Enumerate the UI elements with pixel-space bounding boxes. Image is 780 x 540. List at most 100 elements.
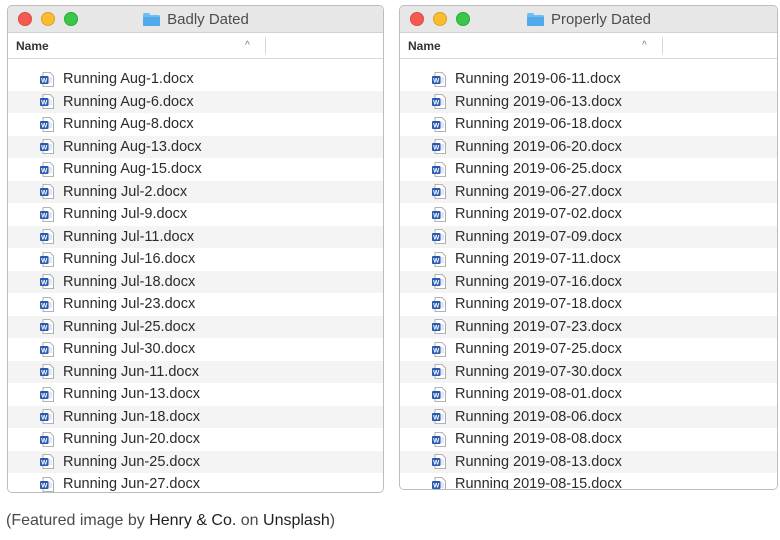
svg-text:W: W [433, 302, 440, 309]
file-name: Running Jun-18.docx [63, 408, 201, 425]
column-divider[interactable] [265, 37, 266, 54]
file-row[interactable]: W Running Aug-6.docx [8, 90, 383, 113]
file-row[interactable]: W Running Aug-13.docx [8, 135, 383, 158]
file-row[interactable]: W Running 2019-07-02.docx [400, 203, 777, 226]
svg-text:W: W [41, 235, 48, 242]
file-row[interactable]: W Running Jul-18.docx [8, 270, 383, 293]
svg-text:W: W [41, 460, 48, 467]
word-document-icon: W [432, 184, 446, 200]
word-document-icon: W [432, 116, 446, 132]
file-row[interactable]: W Running Aug-1.docx [8, 68, 383, 91]
file-row[interactable]: W Running Jun-13.docx [8, 383, 383, 406]
column-divider[interactable] [662, 37, 663, 54]
word-document-icon: W [432, 206, 446, 222]
file-row[interactable]: W Running Jun-20.docx [8, 428, 383, 451]
file-row[interactable]: W Running Aug-8.docx [8, 113, 383, 136]
sort-ascending-icon[interactable]: ^ [642, 33, 647, 59]
file-name: Running 2019-07-11.docx [455, 251, 621, 268]
svg-text:W: W [41, 145, 48, 152]
file-name: Running Jun-13.docx [63, 386, 201, 403]
word-document-icon: W [432, 161, 446, 177]
name-column-header[interactable]: Name [16, 33, 49, 59]
file-row[interactable]: W Running 2019-07-23.docx [400, 315, 777, 338]
svg-text:W: W [433, 347, 440, 354]
file-row[interactable]: W Running 2019-07-18.docx [400, 293, 777, 316]
title-bar[interactable]: Badly Dated [8, 6, 383, 33]
file-row[interactable]: W Running 2019-08-08.docx [400, 428, 777, 451]
svg-text:W: W [433, 460, 440, 467]
file-name: Running 2019-08-01.docx [455, 386, 622, 403]
file-row[interactable]: W Running 2019-07-11.docx [400, 248, 777, 271]
word-document-icon: W [40, 341, 54, 357]
file-row[interactable]: W Running Jul-11.docx [8, 225, 383, 248]
file-row[interactable]: W Running Jul-25.docx [8, 315, 383, 338]
file-row[interactable]: W Running 2019-07-25.docx [400, 338, 777, 361]
file-row[interactable]: W Running 2019-06-13.docx [400, 90, 777, 113]
file-row[interactable]: W Running 2019-07-09.docx [400, 225, 777, 248]
svg-text:W: W [41, 482, 48, 489]
file-list: W Running 2019-06-11.docx W Running 2019-06… [400, 68, 777, 489]
file-row[interactable]: W Running Jun-25.docx [8, 450, 383, 473]
svg-text:W: W [41, 100, 48, 107]
sort-ascending-icon[interactable]: ^ [245, 33, 250, 59]
file-row[interactable]: W Running Jul-16.docx [8, 248, 383, 271]
file-name: Running 2019-06-13.docx [455, 93, 622, 110]
svg-text:W: W [433, 370, 440, 377]
file-name: Running Jul-16.docx [63, 251, 196, 268]
file-row[interactable]: W Running 2019-06-18.docx [400, 113, 777, 136]
file-name: Running Jul-9.docx [63, 206, 188, 223]
svg-text:W: W [433, 100, 440, 107]
file-row[interactable]: W Running 2019-08-13.docx [400, 450, 777, 473]
finder-window-badly-dated: Badly Dated Name ^ W Running Aug-1.docx W R… [7, 5, 384, 493]
file-row[interactable]: W Running Jul-30.docx [8, 338, 383, 361]
file-row[interactable]: W Running 2019-06-25.docx [400, 158, 777, 181]
word-document-icon: W [432, 319, 446, 335]
file-row[interactable]: W Running Aug-15.docx [8, 158, 383, 181]
svg-text:W: W [433, 235, 440, 242]
finder-window-properly-dated: Properly Dated Name ^ W Running 2019-06-1… [399, 5, 778, 490]
file-name: Running Aug-13.docx [63, 138, 202, 155]
file-name: Running 2019-07-23.docx [455, 318, 622, 335]
file-row[interactable]: W Running 2019-08-06.docx [400, 405, 777, 428]
word-document-icon: W [40, 71, 54, 87]
word-document-icon: W [432, 251, 446, 267]
file-row[interactable]: W Running 2019-06-11.docx [400, 68, 777, 91]
file-row[interactable]: W Running Jun-27.docx [8, 473, 383, 492]
file-row[interactable]: W Running 2019-06-27.docx [400, 180, 777, 203]
file-name: Running 2019-06-20.docx [455, 138, 622, 155]
file-row[interactable]: W Running 2019-07-30.docx [400, 360, 777, 383]
window-title: Badly Dated [8, 6, 383, 33]
word-document-icon: W [40, 94, 54, 110]
word-document-icon: W [432, 409, 446, 425]
file-row[interactable]: W Running 2019-08-01.docx [400, 383, 777, 406]
file-row[interactable]: W Running 2019-08-15.docx [400, 473, 777, 489]
unsplash-link[interactable]: Unsplash [263, 512, 330, 529]
svg-text:W: W [433, 122, 440, 129]
word-document-icon: W [40, 386, 54, 402]
author-link[interactable]: Henry & Co. [149, 512, 236, 529]
file-row[interactable]: W Running 2019-07-16.docx [400, 270, 777, 293]
file-row[interactable]: W Running Jun-18.docx [8, 405, 383, 428]
file-name: Running Jul-11.docx [63, 228, 195, 245]
window-title-text: Properly Dated [550, 11, 652, 28]
word-document-icon: W [40, 161, 54, 177]
file-name: Running Aug-1.docx [63, 71, 194, 88]
title-bar[interactable]: Properly Dated [400, 6, 777, 33]
file-name: Running Jul-23.docx [63, 296, 196, 313]
file-row[interactable]: W Running Jun-11.docx [8, 360, 383, 383]
file-name: Running 2019-08-06.docx [455, 408, 622, 425]
name-column-header[interactable]: Name [408, 33, 441, 59]
word-document-icon: W [40, 251, 54, 267]
file-name: Running 2019-06-27.docx [455, 183, 622, 200]
word-document-icon: W [432, 229, 446, 245]
caption-suffix: ) [329, 512, 336, 529]
file-row[interactable]: W Running Jul-9.docx [8, 203, 383, 226]
file-row[interactable]: W Running Jul-2.docx [8, 180, 383, 203]
svg-text:W: W [433, 392, 440, 399]
file-name: Running 2019-07-02.docx [455, 206, 622, 223]
word-document-icon: W [432, 296, 446, 312]
file-row[interactable]: W Running 2019-06-20.docx [400, 135, 777, 158]
file-row[interactable]: W Running Jul-23.docx [8, 293, 383, 316]
file-name: Running Jun-25.docx [63, 453, 201, 470]
word-document-icon: W [432, 94, 446, 110]
